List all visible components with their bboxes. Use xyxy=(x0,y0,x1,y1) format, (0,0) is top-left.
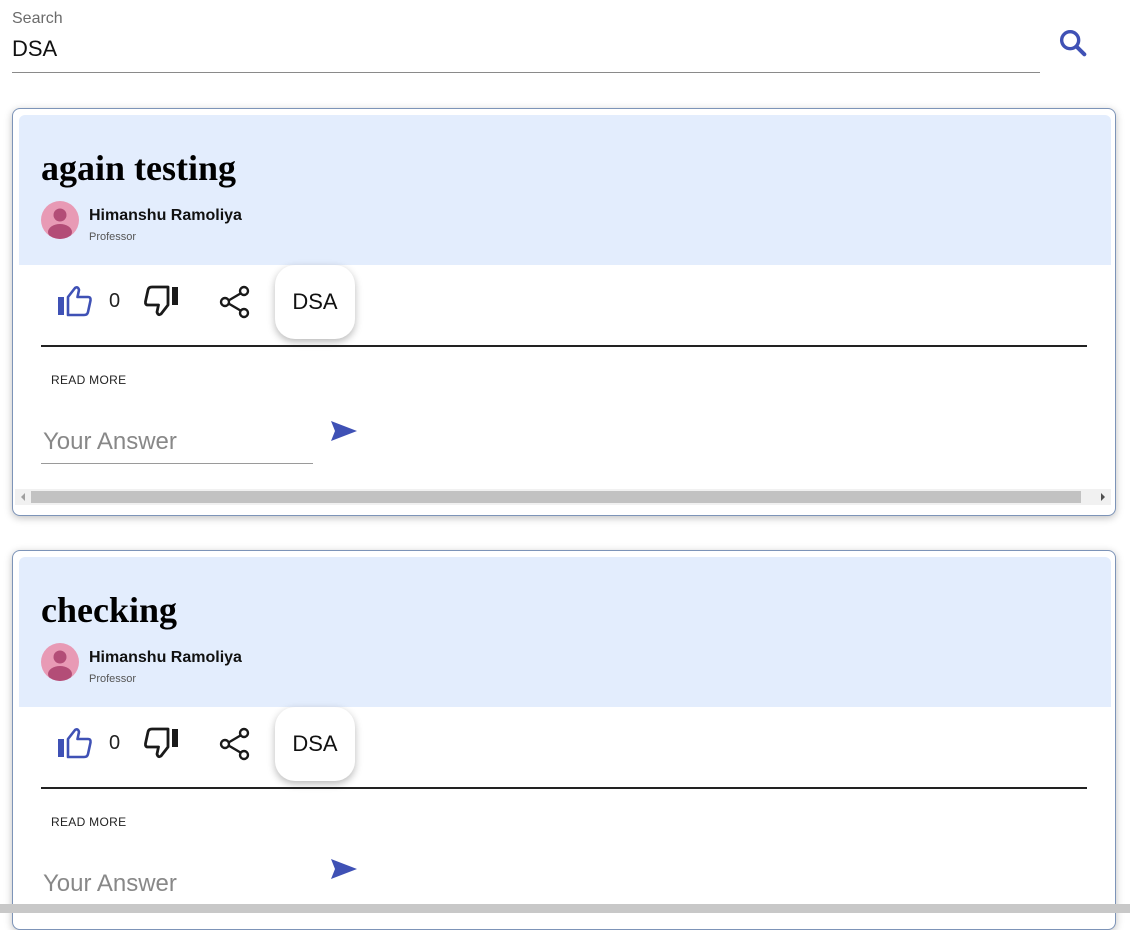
tag-label: DSA xyxy=(292,289,338,314)
dislike-button[interactable] xyxy=(143,726,181,765)
scrollbar-thumb[interactable] xyxy=(31,491,1081,503)
tag-chip[interactable]: DSA xyxy=(275,707,355,781)
question-title: again testing xyxy=(41,148,237,188)
scroll-left-button[interactable] xyxy=(15,489,31,505)
like-button[interactable] xyxy=(55,284,93,323)
caret-left-icon xyxy=(21,493,25,501)
avatar xyxy=(41,643,79,681)
divider xyxy=(41,345,1087,347)
question-card: checking Himanshu Ramoliya Professor 0 D… xyxy=(12,550,1116,930)
horizontal-scrollbar[interactable] xyxy=(15,489,1111,505)
question-header: again testing Himanshu Ramoliya Professo… xyxy=(19,115,1111,265)
tag-label: DSA xyxy=(292,731,338,756)
caret-right-icon xyxy=(1101,493,1105,501)
dislike-button[interactable] xyxy=(143,284,181,323)
send-icon xyxy=(331,859,357,879)
search-label: Search xyxy=(12,10,63,27)
read-more-button[interactable]: READ MORE xyxy=(51,373,126,387)
search-field[interactable]: Search DSA xyxy=(12,8,1040,73)
thumb-up-icon xyxy=(58,286,92,317)
question-card: again testing Himanshu Ramoliya Professo… xyxy=(12,108,1116,516)
avatar xyxy=(41,201,79,239)
thumb-down-icon xyxy=(144,727,178,759)
question-title: checking xyxy=(41,590,178,630)
question-header: checking Himanshu Ramoliya Professor xyxy=(19,557,1111,707)
page-horizontal-scrollbar[interactable] xyxy=(0,904,1130,913)
answer-input[interactable] xyxy=(41,869,305,899)
author-role: Professor xyxy=(89,231,137,243)
share-button[interactable] xyxy=(217,726,253,767)
answer-field[interactable] xyxy=(41,855,313,906)
send-answer-button[interactable] xyxy=(329,857,359,886)
person-icon xyxy=(48,208,72,239)
search-icon xyxy=(1059,29,1087,57)
share-icon xyxy=(219,285,250,319)
divider xyxy=(41,787,1087,789)
thumb-up-icon xyxy=(58,728,92,759)
thumb-down-icon xyxy=(144,285,178,317)
author-name[interactable]: Himanshu Ramoliya xyxy=(89,649,242,667)
tag-chip[interactable]: DSA xyxy=(275,265,355,339)
author-name[interactable]: Himanshu Ramoliya xyxy=(89,207,242,225)
search-input[interactable]: DSA xyxy=(12,36,57,62)
like-count: 0 xyxy=(109,290,121,312)
question-actions: 0 DSA xyxy=(13,265,1115,343)
question-actions: 0 DSA xyxy=(13,707,1115,785)
like-count: 0 xyxy=(109,732,121,754)
send-answer-button[interactable] xyxy=(329,419,359,448)
share-icon xyxy=(219,727,250,761)
author-role: Professor xyxy=(89,673,137,685)
like-button[interactable] xyxy=(55,726,93,765)
read-more-button[interactable]: READ MORE xyxy=(51,815,126,829)
answer-field[interactable] xyxy=(41,413,313,464)
answer-input[interactable] xyxy=(41,427,305,457)
scroll-right-button[interactable] xyxy=(1095,489,1111,505)
share-button[interactable] xyxy=(217,284,253,325)
search-button[interactable] xyxy=(1056,26,1090,60)
send-icon xyxy=(331,421,357,441)
person-icon xyxy=(48,650,72,681)
